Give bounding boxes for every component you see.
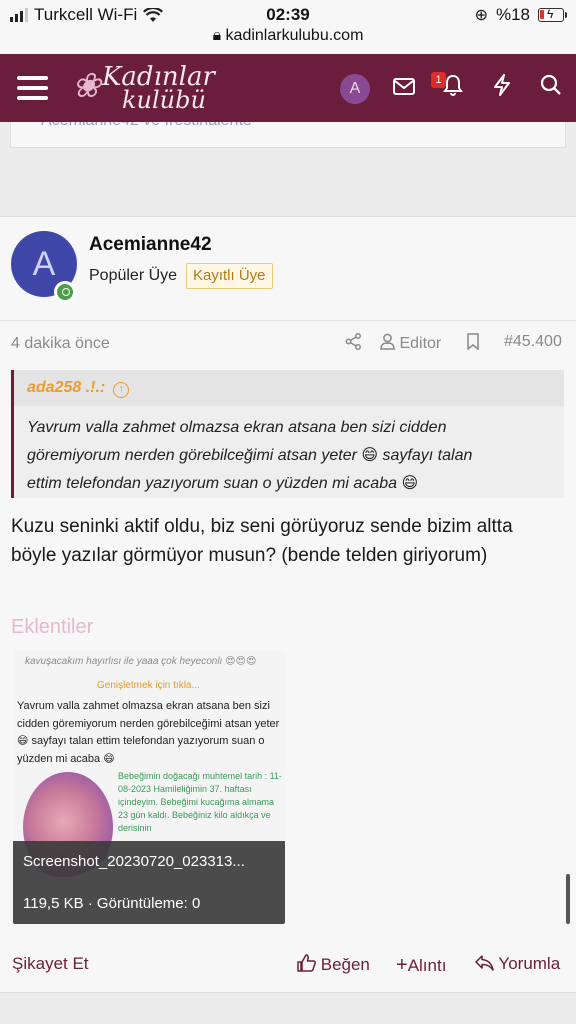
search-icon[interactable] — [536, 74, 566, 104]
plus-icon: + — [396, 954, 408, 976]
quote-line: göremiyorum nerden görebilceğimi atsan y… — [27, 447, 473, 464]
quote-author: ada258 .!.: — [27, 379, 106, 396]
quote-button[interactable]: +Alıntı — [396, 954, 446, 977]
arrow-up-icon[interactable]: ↑ — [113, 382, 130, 398]
logo-mark-icon: ❀ — [72, 66, 101, 106]
mail-icon[interactable] — [389, 74, 419, 104]
post-message: Kuzu seninki aktif oldu, biz seni görüyo… — [11, 516, 513, 566]
post-time[interactable]: 4 dakika önce — [11, 335, 110, 353]
url-text: kadinlarkulubu.com — [225, 27, 364, 44]
quote-header[interactable]: ada258 .!.: ↑ — [14, 370, 564, 406]
previous-reactions-text: Acemianne42 ve Irestinalente — [41, 122, 252, 130]
account-avatar[interactable]: A — [340, 74, 370, 104]
reply-icon — [475, 955, 494, 971]
status-right: ⊕ %18 ϟ — [474, 5, 567, 25]
post-meta: 4 dakika önce Editor #45.400 — [0, 320, 576, 360]
preview-pregnancy-text: Bebeğimin doğacağı muhtemel tarih : 11-0… — [118, 771, 282, 833]
like-label: Beğen — [320, 955, 370, 974]
username[interactable]: Acemianne42 — [89, 234, 212, 256]
user-banner: Kayıtlı Üye — [186, 263, 273, 289]
logo-line2: kulübü — [122, 86, 206, 114]
user-icon — [380, 333, 395, 350]
reply-button[interactable]: Yorumla — [475, 954, 560, 974]
attachments-title: Eklentiler — [11, 616, 94, 638]
lock-icon: 🔒︎ — [212, 27, 222, 44]
site-logo[interactable]: ❀ Kadınlar kulübü — [72, 62, 215, 114]
preview-text: kavuşacakım hayırlısı ile yaaa çok heyec… — [25, 656, 257, 667]
bolt-icon[interactable] — [487, 74, 517, 104]
battery-icon: ϟ — [538, 7, 567, 22]
menu-icon[interactable] — [17, 76, 48, 100]
site-header: ❀ Kadınlar kulübü A 1 — [0, 54, 576, 122]
preview-expand-text: Genişletmek için tıkla... — [97, 680, 200, 691]
battery-percent: %18 — [495, 5, 530, 24]
grin-emoji-icon: 😄 — [401, 475, 419, 492]
scrollbar[interactable] — [566, 874, 570, 924]
attachment-info: 119,5 KB · Görüntüleme: 0 — [23, 895, 201, 912]
quote-line: Yavrum valla zahmet olmazsa ekran atsana… — [27, 419, 447, 436]
previous-reactions-strip: Acemianne42 ve Irestinalente — [10, 122, 566, 148]
post-number[interactable]: #45.400 — [504, 333, 562, 351]
reply-label: Yorumla — [498, 954, 561, 973]
editor-label: Editor — [399, 335, 442, 352]
quote-label: Alıntı — [407, 956, 447, 975]
like-button[interactable]: Beğen — [297, 954, 370, 975]
quote-line: ettim telefondan yazıyorum suan o yüzden… — [27, 475, 419, 492]
attachment-caption: Screenshot_20230720_023313... 119,5 KB ·… — [13, 841, 285, 924]
user-title: Popüler Üye — [89, 267, 178, 284]
quote-block: ada258 .!.: ↑ Yavrum valla zahmet olmazsa… — [11, 370, 564, 498]
attachment-thumbnail[interactable]: kavuşacakım hayırlısı ile yaaa çok heyec… — [13, 650, 285, 924]
address-bar[interactable]: 🔒︎ kadinlarkulubu.com — [0, 27, 576, 45]
editor-button[interactable]: Editor — [380, 333, 441, 353]
orientation-lock-icon: ⊕ — [474, 7, 488, 24]
share-icon[interactable] — [345, 333, 362, 355]
notification-badge: 1 — [431, 72, 446, 88]
post-card: A Acemianne42 Popüler Üye Kayıtlı Üye 4 … — [0, 216, 576, 993]
status-bar: Turkcell Wi-Fi 02:39 🔒︎ kadinlarkulubu.c… — [0, 0, 576, 54]
thumbs-up-icon — [297, 954, 316, 972]
report-link[interactable]: Şikayet Et — [12, 954, 89, 974]
quote-body: Yavrum valla zahmet olmazsa ekran atsana… — [14, 406, 554, 498]
online-status-icon — [54, 281, 76, 303]
bookmark-icon[interactable] — [466, 333, 480, 355]
grin-emoji-icon: 😄 — [361, 447, 379, 464]
preview-quote-text: Yavrum valla zahmet olmazsa ekran atsana… — [17, 700, 280, 765]
attachment-filename: Screenshot_20230720_023313... — [23, 853, 245, 870]
